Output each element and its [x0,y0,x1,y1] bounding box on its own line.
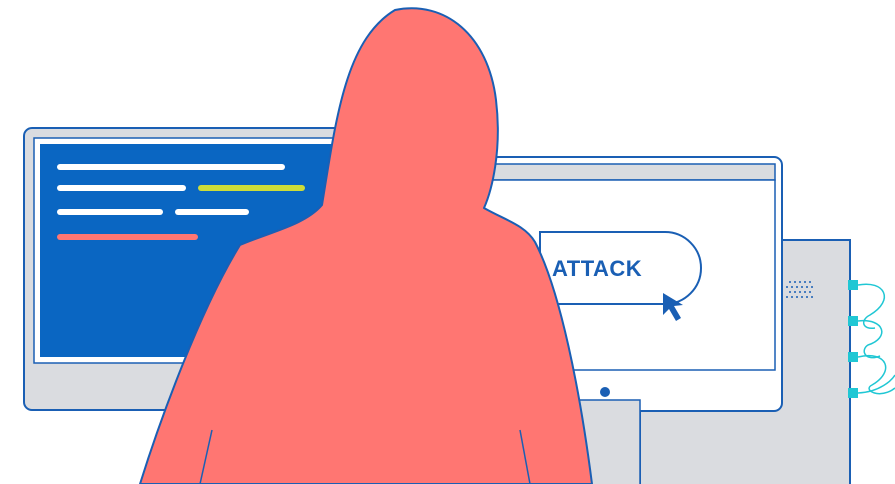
server-cables [857,283,895,395]
power-led [600,387,610,397]
attack-button[interactable]: ATTACK [539,231,702,305]
hacker-illustration: ATTACK [23,7,895,484]
attack-button-label: ATTACK [552,256,642,281]
